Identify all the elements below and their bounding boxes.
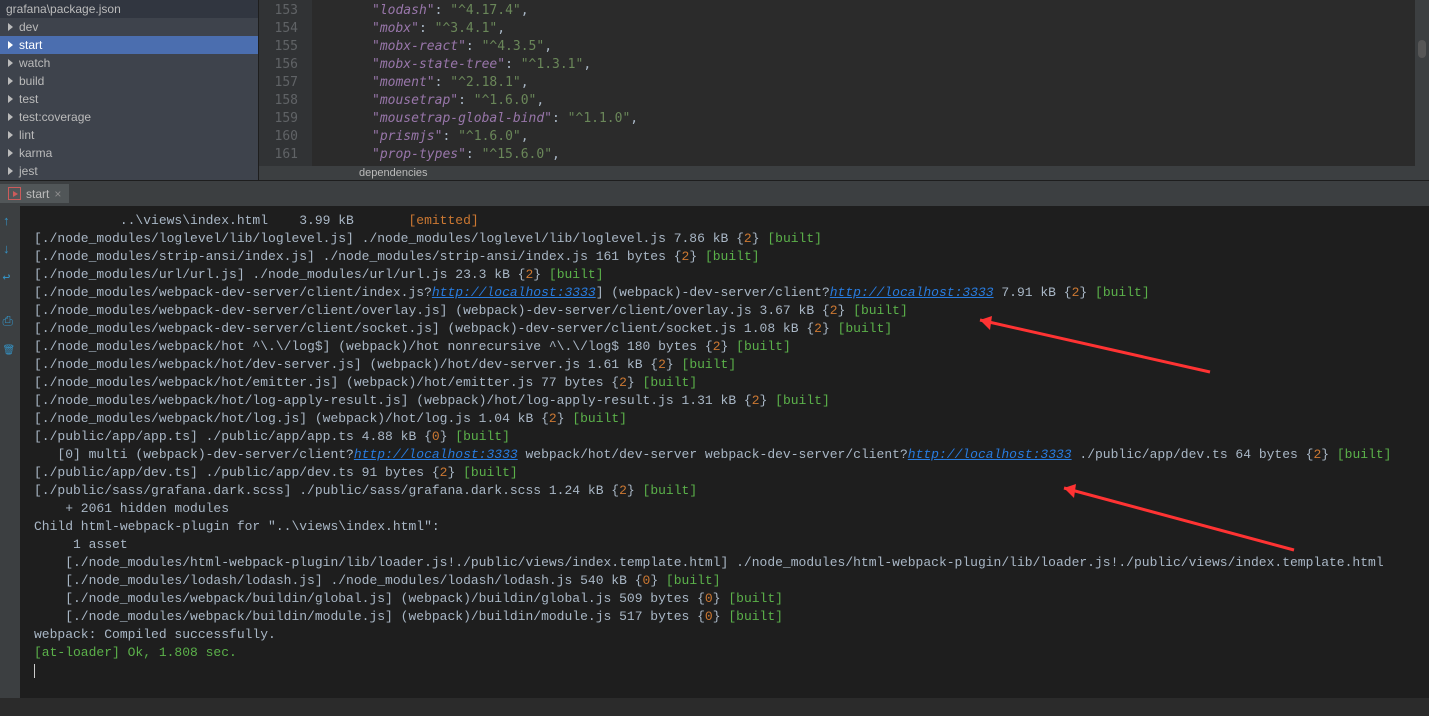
terminal-line: [./node_modules/webpack/hot/dev-server.j… xyxy=(34,356,1429,374)
terminal-line: [./public/sass/grafana.dark.scss] ./publ… xyxy=(34,482,1429,500)
sidebar-item-label: start xyxy=(19,38,42,52)
editor-area: grafana\package.json dev start watch build t… xyxy=(0,0,1429,180)
scroll-start-icon[interactable] xyxy=(3,214,18,228)
run-tab-label: start xyxy=(26,187,49,201)
line-gutter: 153154155156157158159160161162 xyxy=(259,0,312,166)
sidebar-item-label: test xyxy=(19,92,38,106)
code-line[interactable]: "mobx": "^3.4.1", xyxy=(372,20,1429,38)
code-line[interactable]: "prismjs": "^1.6.0", xyxy=(372,128,1429,146)
run-tool-tabrow: start × xyxy=(0,180,1429,206)
terminal-link[interactable]: http://localhost:3333 xyxy=(432,285,596,300)
sidebar-item-label: test:coverage xyxy=(19,110,91,124)
sidebar-item-label: karma xyxy=(19,146,52,160)
sidebar-item-label: watch xyxy=(19,56,50,70)
sidebar-item-watch[interactable]: watch xyxy=(0,54,258,72)
play-icon xyxy=(8,59,13,67)
sidebar-item-label: lint xyxy=(19,128,34,142)
code-line[interactable]: "prop-types": "^15.6.0", xyxy=(372,146,1429,164)
editor-scrollbar-thumb[interactable] xyxy=(1418,40,1426,58)
terminal-line: [./node_modules/webpack/buildin/module.j… xyxy=(34,608,1429,626)
sidebar-item-lint[interactable]: lint xyxy=(0,126,258,144)
sidebar-file-path: grafana\package.json xyxy=(0,0,258,18)
terminal-line: [at-loader] Ok, 1.808 sec. xyxy=(34,644,1429,662)
terminal-line: [./node_modules/webpack-dev-server/clien… xyxy=(34,302,1429,320)
breadcrumb[interactable]: dependencies xyxy=(259,166,1429,180)
sidebar-item-karma[interactable]: karma xyxy=(0,144,258,162)
play-icon xyxy=(8,95,13,103)
scroll-end-icon[interactable] xyxy=(3,242,18,256)
sidebar-item-dev[interactable]: dev xyxy=(0,18,258,36)
code-line[interactable]: "mobx-state-tree": "^1.3.1", xyxy=(372,56,1429,74)
play-icon xyxy=(8,113,13,121)
sidebar-item-start[interactable]: start xyxy=(0,36,258,54)
sidebar-item-jest[interactable]: jest xyxy=(0,162,258,180)
play-icon xyxy=(8,131,13,139)
code-content[interactable]: "lodash": "^4.17.4","mobx": "^3.4.1","mo… xyxy=(312,0,1429,166)
terminal-line: Child html-webpack-plugin for "..\views\… xyxy=(34,518,1429,536)
terminal-line: [./node_modules/webpack/hot/emitter.js] … xyxy=(34,374,1429,392)
terminal-line: [./node_modules/webpack-dev-server/clien… xyxy=(34,284,1429,302)
terminal-line: 1 asset xyxy=(34,536,1429,554)
terminal-output[interactable]: ..\views\index.html 3.99 kB [emitted][./… xyxy=(20,206,1429,698)
sidebar-item-label: dev xyxy=(19,20,38,34)
print-icon[interactable] xyxy=(3,314,18,328)
play-icon xyxy=(8,41,13,49)
sidebar-item-test-coverage[interactable]: test:coverage xyxy=(0,108,258,126)
sidebar-item-label: jest xyxy=(19,164,38,178)
terminal-line: [./node_modules/url/url.js] ./node_modul… xyxy=(34,266,1429,284)
npm-scripts-sidebar: grafana\package.json dev start watch build t… xyxy=(0,0,258,180)
play-icon xyxy=(8,77,13,85)
run-tab-start[interactable]: start × xyxy=(0,184,69,203)
code-line[interactable]: "mobx-react": "^4.3.5", xyxy=(372,38,1429,56)
terminal-line: [./node_modules/webpack-dev-server/clien… xyxy=(34,320,1429,338)
terminal-toolbar xyxy=(0,206,20,698)
terminal-line: [./public/app/dev.ts] ./public/app/dev.t… xyxy=(34,464,1429,482)
terminal-line: ..\views\index.html 3.99 kB [emitted] xyxy=(34,212,1429,230)
play-icon xyxy=(8,23,13,31)
terminal-cursor xyxy=(34,662,1429,680)
terminal-link[interactable]: http://localhost:3333 xyxy=(354,447,518,462)
terminal-line: [./node_modules/html-webpack-plugin/lib/… xyxy=(34,554,1429,572)
play-icon xyxy=(8,149,13,157)
sidebar-item-test[interactable]: test xyxy=(0,90,258,108)
code-editor[interactable]: 153154155156157158159160161162 "lodash":… xyxy=(258,0,1429,180)
code-line[interactable]: "mousetrap": "^1.6.0", xyxy=(372,92,1429,110)
editor-scrollbar[interactable] xyxy=(1415,0,1429,166)
terminal-line: [./node_modules/webpack/hot/log-apply-re… xyxy=(34,392,1429,410)
sidebar-item-build[interactable]: build xyxy=(0,72,258,90)
terminal-line: [./node_modules/webpack/buildin/global.j… xyxy=(34,590,1429,608)
terminal-line: [./node_modules/webpack/hot ^\.\/log$] (… xyxy=(34,338,1429,356)
terminal-line: [./node_modules/loglevel/lib/loglevel.js… xyxy=(34,230,1429,248)
terminal-link[interactable]: http://localhost:3333 xyxy=(830,285,994,300)
code-line[interactable]: "lodash": "^4.17.4", xyxy=(372,2,1429,20)
terminal-line: [./public/app/app.ts] ./public/app/app.t… xyxy=(34,428,1429,446)
terminal-line: [./node_modules/lodash/lodash.js] ./node… xyxy=(34,572,1429,590)
terminal-line: + 2061 hidden modules xyxy=(34,500,1429,518)
terminal-area: ..\views\index.html 3.99 kB [emitted][./… xyxy=(0,206,1429,698)
code-line[interactable]: "moment": "^2.18.1", xyxy=(372,74,1429,92)
close-icon[interactable]: × xyxy=(54,187,61,201)
terminal-line: [./node_modules/strip-ansi/index.js] ./n… xyxy=(34,248,1429,266)
terminal-line: [./node_modules/webpack/hot/log.js] (web… xyxy=(34,410,1429,428)
play-icon xyxy=(8,167,13,175)
run-icon xyxy=(8,187,21,200)
terminal-line: [0] multi (webpack)-dev-server/client?ht… xyxy=(34,446,1429,464)
soft-wrap-icon[interactable] xyxy=(3,270,18,284)
sidebar-item-label: build xyxy=(19,74,44,88)
clear-icon[interactable] xyxy=(3,342,18,356)
code-line[interactable]: "mousetrap-global-bind": "^1.1.0", xyxy=(372,110,1429,128)
terminal-line: webpack: Compiled successfully. xyxy=(34,626,1429,644)
terminal-link[interactable]: http://localhost:3333 xyxy=(908,447,1072,462)
